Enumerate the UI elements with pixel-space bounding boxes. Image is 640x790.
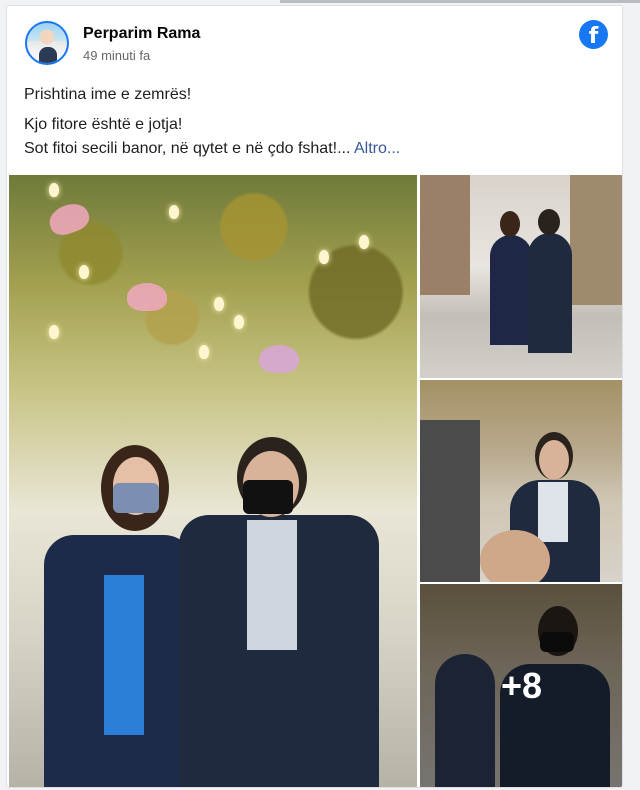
woman-sweater (104, 575, 144, 735)
paper-butterfly (127, 283, 167, 311)
photo-thumbnail-3[interactable]: +8 (420, 584, 622, 787)
light-bulb (214, 297, 224, 311)
author-avatar[interactable] (25, 21, 69, 65)
trees-right (570, 175, 622, 305)
see-more-link[interactable]: Altro... (354, 140, 400, 157)
window-top-edge (280, 0, 640, 3)
light-bulb (359, 235, 369, 249)
author-name[interactable]: Perparim Rama (83, 25, 200, 43)
post-card: Perparim Rama 49 minuti fa f Prishtina i… (6, 5, 623, 788)
photo-thumbnail-2[interactable] (420, 380, 622, 582)
light-bulb (169, 205, 179, 219)
light-bulb (319, 250, 329, 264)
more-photos-overlay[interactable]: +8 (420, 584, 622, 787)
post-text-line-3: Sot fitoi secili banor, në qytet e në çd… (24, 140, 400, 158)
man-shirt (247, 520, 297, 650)
paper-butterfly (259, 345, 299, 373)
post-text-line-2: Kjo fitore është e jotja! (24, 116, 183, 133)
trees-left (420, 175, 470, 295)
man-mask (243, 480, 293, 514)
light-bulb (199, 345, 209, 359)
bystander-jacket (420, 420, 480, 582)
post-text-line-3-body: Sot fitoi secili banor, në qytet e në çd… (24, 140, 351, 157)
man-face (539, 440, 569, 480)
man-suit (528, 233, 572, 353)
main-photo[interactable] (9, 175, 417, 787)
post-timestamp[interactable]: 49 minuti fa (83, 48, 150, 63)
woman-mask (113, 483, 159, 513)
photo-thumbnail-1[interactable] (420, 175, 622, 378)
facebook-icon[interactable]: f (579, 20, 608, 49)
light-bulb (49, 325, 59, 339)
woman-coat (490, 235, 532, 345)
woman-head (500, 211, 520, 237)
light-bulb (234, 315, 244, 329)
man-head (538, 209, 560, 235)
blurred-head (480, 530, 550, 582)
light-bulb (49, 183, 59, 197)
avatar-figure (39, 47, 57, 63)
post-text-line-1: Prishtina ime e zemrës! (24, 86, 192, 103)
light-bulb (79, 265, 89, 279)
man-shirt (538, 482, 568, 542)
